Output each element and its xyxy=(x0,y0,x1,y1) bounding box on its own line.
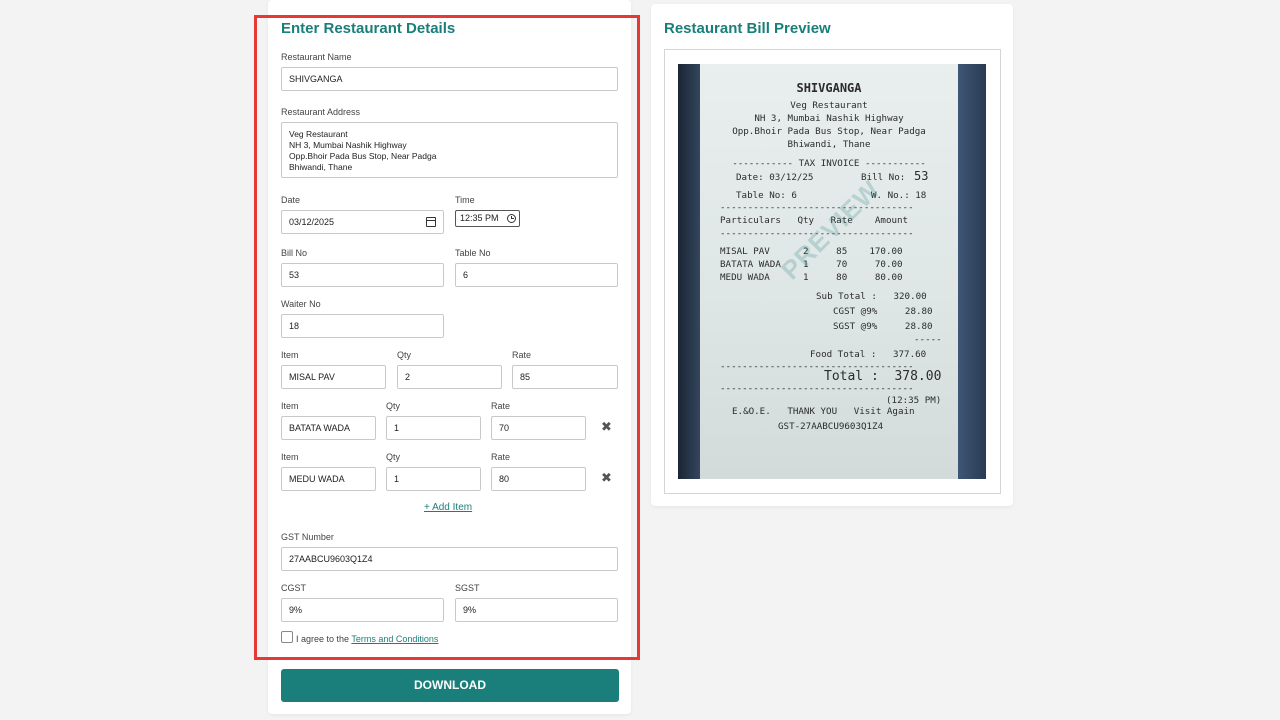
qty-input[interactable]: 2 xyxy=(397,365,502,389)
table-no-input[interactable]: 6 xyxy=(455,263,618,287)
waiter-no-label: Waiter No xyxy=(281,299,321,309)
restaurant-address-label: Restaurant Address xyxy=(281,107,361,117)
agree-text: I agree to the xyxy=(296,634,352,644)
receipt-separator: ----------------------------------- xyxy=(720,202,914,213)
cgst-label: CGST xyxy=(281,583,307,593)
item-label: Item xyxy=(281,350,299,360)
item-input[interactable]: MISAL PAV xyxy=(281,365,386,389)
sgst-label: SGST xyxy=(455,583,480,593)
receipt-bill-no: 53 xyxy=(914,169,929,183)
receipt-sgst: SGST @9% 28.80 xyxy=(833,321,933,332)
receipt-food-total: Food Total : 377.60 xyxy=(810,349,927,360)
receipt-cgst: CGST @9% 28.80 xyxy=(833,306,933,317)
form-title: Enter Restaurant Details xyxy=(281,20,456,37)
restaurant-name-input[interactable]: SHIVGANGA xyxy=(281,67,618,91)
receipt-dash: ----- xyxy=(914,334,942,345)
qty-label: Qty xyxy=(386,401,401,411)
gst-number-input[interactable]: 27AABCU9603Q1Z4 xyxy=(281,547,618,571)
receipt-table: Table No: 6 xyxy=(736,190,797,201)
item-label: Item xyxy=(281,401,299,411)
download-button[interactable]: DOWNLOAD xyxy=(281,669,619,702)
gst-number-label: GST Number xyxy=(281,532,334,542)
receipt-line: Veg Restaurant xyxy=(790,100,868,111)
bill-no-label: Bill No xyxy=(281,248,308,258)
restaurant-address-textarea[interactable]: Veg Restaurant NH 3, Mumbai Nashik Highw… xyxy=(281,122,618,178)
receipt-gst: GST-27AABCU9603Q1Z4 xyxy=(778,421,884,432)
receipt-row: MEDU WADA 1 80 80.00 xyxy=(720,272,903,283)
rate-input[interactable]: 85 xyxy=(512,365,618,389)
restaurant-name-label: Restaurant Name xyxy=(281,52,352,62)
date-input[interactable]: 03/12/2025 xyxy=(281,210,444,234)
item-input[interactable]: BATATA WADA xyxy=(281,416,376,440)
address-line: Opp.Bhoir Pada Bus Stop, Near Padga xyxy=(289,151,437,161)
date-label: Date xyxy=(281,195,301,205)
preview-title: Restaurant Bill Preview xyxy=(664,20,831,37)
calendar-icon[interactable] xyxy=(426,217,436,227)
receipt-invoice-header: ----------- TAX INVOICE ----------- xyxy=(732,158,926,169)
receipt-date: Date: 03/12/25 xyxy=(736,172,814,183)
remove-item-icon[interactable]: ✖ xyxy=(601,419,612,435)
rate-label: Rate xyxy=(491,452,511,462)
photo-background xyxy=(678,64,700,479)
time-value: 12:35 PM xyxy=(460,213,499,223)
receipt-time: (12:35 PM) xyxy=(886,395,942,406)
receipt-line: NH 3, Mumbai Nashik Highway xyxy=(754,113,904,124)
clock-icon[interactable] xyxy=(507,214,516,223)
terms-link[interactable]: Terms and Conditions xyxy=(351,634,438,644)
receipt-footer: E.&O.E. THANK YOU Visit Again xyxy=(732,406,915,417)
qty-label: Qty xyxy=(386,452,401,462)
table-no-label: Table No xyxy=(455,248,491,258)
receipt-total: Total : 378.00 xyxy=(824,369,942,384)
receipt-line: Bhiwandi, Thane xyxy=(787,139,871,150)
terms-checkbox[interactable] xyxy=(281,631,293,643)
qty-input[interactable]: 1 xyxy=(386,467,481,491)
rate-label: Rate xyxy=(512,350,532,360)
rate-input[interactable]: 70 xyxy=(491,416,586,440)
remove-item-icon[interactable]: ✖ xyxy=(601,470,612,486)
waiter-no-input[interactable]: 18 xyxy=(281,314,444,338)
item-label: Item xyxy=(281,452,299,462)
address-line: Bhiwandi, Thane xyxy=(289,162,353,172)
bill-no-input[interactable]: 53 xyxy=(281,263,444,287)
item-input[interactable]: MEDU WADA xyxy=(281,467,376,491)
receipt-photo: SHIVGANGA Veg Restaurant NH 3, Mumbai Na… xyxy=(678,64,986,479)
time-input[interactable]: 12:35 PM xyxy=(455,210,520,227)
receipt-paper: SHIVGANGA Veg Restaurant NH 3, Mumbai Na… xyxy=(700,64,958,479)
receipt-separator: ----------------------------------- xyxy=(720,383,914,394)
qty-input[interactable]: 1 xyxy=(386,416,481,440)
terms-agreement: I agree to the Terms and Conditions xyxy=(296,634,438,644)
address-line: NH 3, Mumbai Nashik Highway xyxy=(289,140,407,150)
address-line: Veg Restaurant xyxy=(289,129,348,139)
qty-label: Qty xyxy=(397,350,412,360)
time-label: Time xyxy=(455,195,475,205)
rate-input[interactable]: 80 xyxy=(491,467,586,491)
date-value: 03/12/2025 xyxy=(289,217,335,227)
receipt-name: SHIVGANGA xyxy=(796,81,862,95)
add-item-link[interactable]: + Add Item xyxy=(424,502,472,513)
cgst-input[interactable]: 9% xyxy=(281,598,444,622)
photo-background xyxy=(958,64,986,479)
sgst-input[interactable]: 9% xyxy=(455,598,618,622)
receipt-line: Opp.Bhoir Pada Bus Stop, Near Padga xyxy=(732,126,926,137)
rate-label: Rate xyxy=(491,401,511,411)
receipt-sub-total: Sub Total : 320.00 xyxy=(816,291,927,302)
